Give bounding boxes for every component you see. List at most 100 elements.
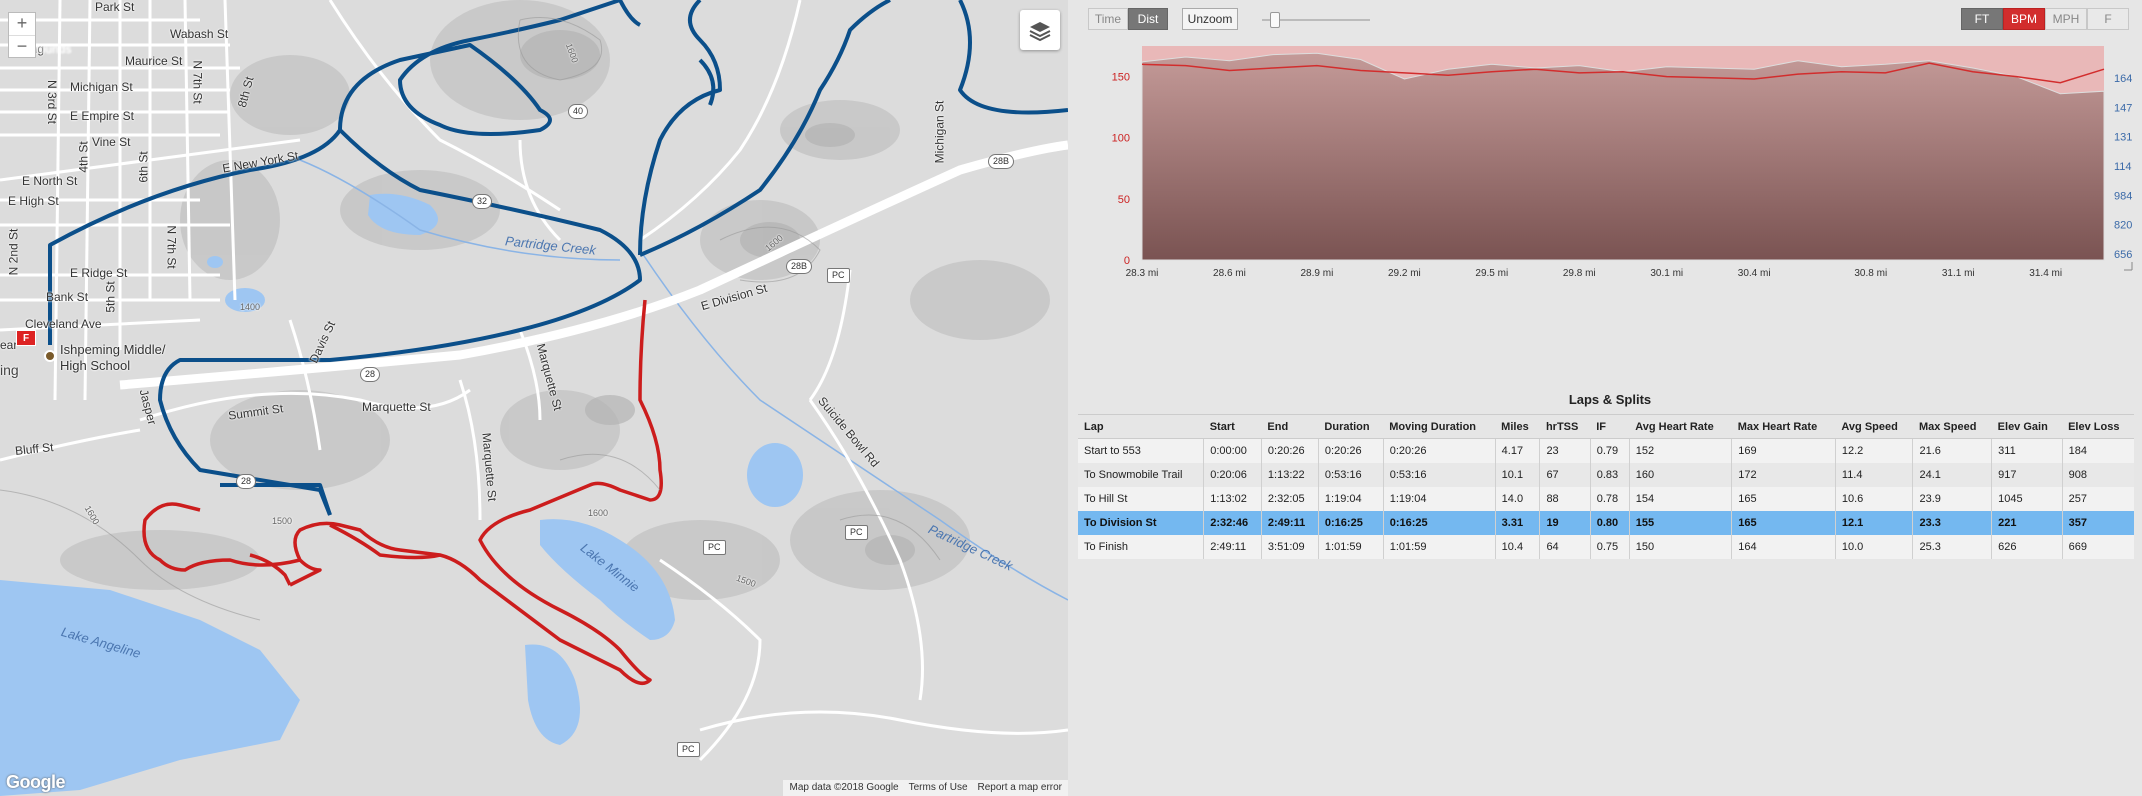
column-header[interactable]: Moving Duration	[1383, 414, 1496, 439]
table-cell: 0.78	[1589, 486, 1630, 511]
column-header[interactable]: Miles	[1495, 414, 1540, 439]
table-cell: 0.75	[1589, 534, 1630, 559]
table-cell: Start to 553	[1078, 438, 1204, 463]
column-header[interactable]: hrTSS	[1539, 414, 1591, 439]
column-header[interactable]: Max Speed	[1912, 414, 1992, 439]
y-right-tick-label: 147	[2114, 102, 2132, 114]
table-cell: 311	[1991, 438, 2063, 463]
ft-series-area	[1141, 52, 2105, 261]
zoom-out-button[interactable]: −	[9, 35, 35, 57]
column-header[interactable]: Start	[1203, 414, 1262, 439]
table-cell: 0:16:25	[1317, 510, 1384, 535]
street-label: E North St	[22, 174, 78, 188]
street-label: Vine St	[92, 135, 131, 149]
table-cell: 4.17	[1494, 438, 1540, 463]
column-header[interactable]: Avg Speed	[1835, 414, 1913, 439]
table-cell: 12.1	[1834, 510, 1913, 535]
table-cell: 0:16:25	[1382, 510, 1496, 535]
table-cell: 626	[1991, 534, 2063, 559]
poi-label[interactable]: High School	[60, 358, 130, 373]
x-tick-label: 28.6 mi	[1213, 268, 1246, 279]
table-cell: 160	[1628, 462, 1732, 487]
column-header[interactable]: Duration	[1318, 414, 1384, 439]
terms-of-use-link[interactable]: Terms of Use	[909, 782, 968, 794]
table-cell: 0:20:26	[1260, 438, 1319, 463]
resize-handle-icon[interactable]	[2124, 262, 2133, 271]
route-map[interactable]: Park St Wabash St Maurice St Michigan St…	[0, 0, 1068, 796]
x-tick-label: 31.4 mi	[2029, 268, 2062, 279]
elevation-heart-rate-chart[interactable]: 0 50 100 150 656 820 984 114 131 147 164 28.3 mi 2…	[1078, 38, 2142, 378]
table-cell: 257	[2061, 486, 2134, 511]
table-cell: 1:13:22	[1260, 462, 1319, 487]
mph-series-toggle[interactable]: MPH	[2045, 8, 2087, 30]
street-label: Maurice St	[125, 54, 183, 68]
bpm-series-toggle[interactable]: BPM	[2003, 8, 2045, 30]
route-shield: PC	[845, 525, 868, 540]
zoom-in-button[interactable]: +	[9, 13, 35, 35]
street-label: Cleveland Ave	[25, 317, 102, 331]
table-cell: 154	[1628, 486, 1732, 511]
table-cell: 64	[1539, 534, 1591, 559]
table-cell: 1:13:02	[1203, 486, 1262, 511]
column-header[interactable]: Lap	[1078, 414, 1204, 439]
column-header[interactable]: Max Heart Rate	[1731, 414, 1836, 439]
x-tick-label: 30.1 mi	[1650, 268, 1683, 279]
route-shield: 28	[236, 474, 257, 489]
column-header[interactable]: Avg Heart Rate	[1629, 414, 1732, 439]
y-right-tick-label: 114	[2114, 161, 2132, 173]
table-cell: 2:32:05	[1260, 486, 1319, 511]
layers-icon	[1029, 22, 1051, 42]
table-row[interactable]: To Division St 2:32:46 2:49:11 0:16:25 0:16:…	[1078, 510, 2134, 535]
table-cell: 357	[2061, 510, 2134, 535]
table-cell: 0.83	[1589, 462, 1630, 487]
street-label: Michigan St	[932, 100, 947, 164]
street-label: N 3rd St	[45, 79, 60, 125]
table-cell: 0:00:00	[1203, 438, 1262, 463]
table-cell: 19	[1539, 510, 1591, 535]
y-right-tick-label: 820	[2114, 220, 2132, 232]
time-axis-button[interactable]: Time	[1088, 8, 1128, 30]
f-series-toggle[interactable]: F	[2087, 8, 2129, 30]
table-cell: 165	[1731, 510, 1836, 535]
table-cell: 669	[2061, 534, 2134, 559]
route-shield: 28B	[786, 259, 813, 274]
slider-handle[interactable]	[1270, 12, 1280, 28]
table-cell: To Hill St	[1078, 486, 1204, 511]
table-row[interactable]: Start to 553 0:00:00 0:20:26 0:20:26 0:20:26…	[1078, 438, 2134, 463]
unzoom-button[interactable]: Unzoom	[1182, 8, 1238, 30]
table-cell: 0.79	[1589, 438, 1630, 463]
zoom-control: + −	[8, 12, 36, 58]
x-tick-label: 30.8 mi	[1854, 268, 1887, 279]
table-cell: 67	[1539, 462, 1591, 487]
splits-title: Laps & Splits	[1568, 392, 1652, 407]
table-cell: 917	[1991, 462, 2063, 487]
poi-label[interactable]: Ishpeming Middle/	[60, 342, 166, 357]
y-right-tick-label: 131	[2114, 132, 2132, 144]
column-header[interactable]: Elev Loss	[2062, 414, 2134, 439]
column-header[interactable]: IF	[1590, 414, 1630, 439]
route-shield: 32	[472, 194, 493, 209]
street-label: 4th St	[76, 141, 91, 173]
map-data-credit: Map data ©2018 Google	[789, 782, 899, 793]
school-icon[interactable]	[44, 350, 56, 362]
table-cell: 0:20:26	[1317, 438, 1384, 463]
street-label: Wabash St	[170, 27, 229, 41]
zoom-slider[interactable]	[1262, 12, 1370, 28]
layers-button[interactable]	[1020, 10, 1060, 50]
report-map-error-link[interactable]: Report a map error	[978, 782, 1062, 794]
column-header[interactable]: Elev Gain	[1991, 414, 2063, 439]
ft-series-toggle[interactable]: FT	[1961, 8, 2003, 30]
street-label: Bank St	[46, 290, 89, 304]
table-cell: 169	[1731, 438, 1836, 463]
table-cell: 172	[1731, 462, 1836, 487]
x-tick-label: 30.4 mi	[1738, 268, 1771, 279]
table-row[interactable]: To Snowmobile Trail 0:20:06 1:13:22 0:53:16…	[1078, 462, 2134, 487]
column-header[interactable]: End	[1261, 414, 1319, 439]
analysis-panel: Time Dist Unzoom FT BPM MPH F 0 50 100 150	[1078, 0, 2142, 796]
table-cell: 23.3	[1912, 510, 1992, 535]
finish-marker[interactable]: F	[16, 330, 36, 346]
distance-axis-button[interactable]: Dist	[1128, 8, 1168, 30]
table-row[interactable]: To Finish 2:49:11 3:51:09 1:01:59 1:01:59 10.…	[1078, 534, 2134, 559]
table-row[interactable]: To Hill St 1:13:02 2:32:05 1:19:04 1:19:04 14…	[1078, 486, 2134, 511]
map-canvas[interactable]	[0, 0, 1068, 796]
